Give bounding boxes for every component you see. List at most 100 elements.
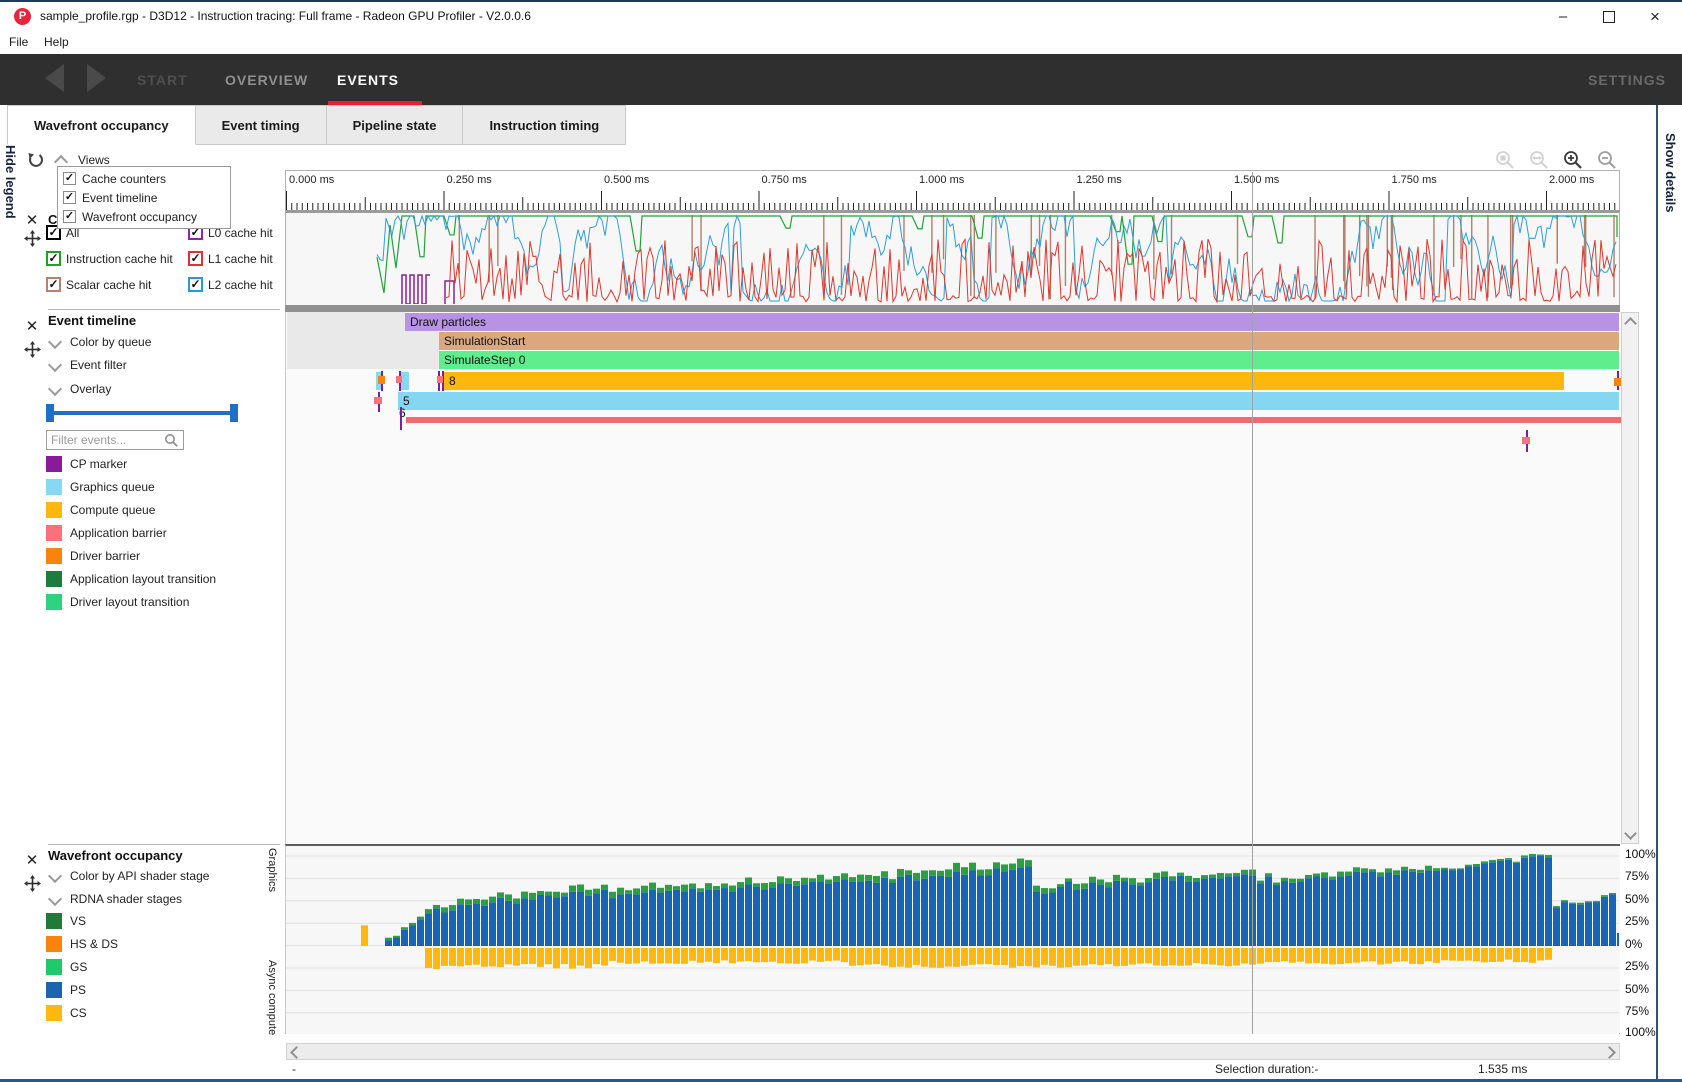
cache-counter-label: L2 cache hit — [208, 278, 273, 292]
close-button[interactable]: × — [1638, 6, 1672, 28]
colored-checkbox[interactable]: ✓ — [188, 277, 203, 292]
slider-handle-right[interactable] — [230, 404, 238, 422]
cache-counter-l2-cache-hit[interactable]: ✓ L2 cache hit — [188, 277, 273, 292]
wavefront-close-icon[interactable]: ✕ — [24, 851, 40, 869]
nav-events[interactable]: EVENTS — [337, 72, 399, 88]
event-timeline-scrollbar[interactable] — [1621, 312, 1639, 844]
nav-overview[interactable]: OVERVIEW — [225, 72, 308, 88]
menu-help[interactable]: Help — [44, 35, 69, 49]
zoom-to-selection-icon[interactable] — [1495, 150, 1515, 170]
views-option-label: Cache counters — [82, 172, 166, 186]
slider-handle-left[interactable] — [46, 404, 54, 422]
event-bar-3[interactable]: 8 — [444, 372, 1564, 390]
horizontal-scrollbar[interactable] — [286, 1043, 1620, 1060]
colored-checkbox[interactable]: ✓ — [188, 251, 203, 266]
nav-settings[interactable]: SETTINGS — [1588, 72, 1666, 88]
legend-label: Graphics queue — [70, 480, 155, 494]
scroll-down-icon[interactable] — [1624, 827, 1637, 840]
collapsible-label: Color by queue — [70, 335, 151, 349]
rgp-window: { "window":{"title":"sample_profile.rgp … — [0, 0, 1682, 1080]
cache-counter-scalar-cache-hit[interactable]: ✓Scalar cache hit — [46, 277, 151, 292]
collapsible-label: Color by API shader stage — [70, 869, 209, 883]
tab-pipeline-state[interactable]: Pipeline state — [327, 105, 464, 145]
views-option-event-timeline[interactable]: ✓Event timeline — [58, 188, 230, 207]
occupancy-axis-label: 75% — [1625, 1004, 1649, 1018]
status-bar: - Selection duration:- 1.535 ms — [0, 1060, 1682, 1079]
scroll-left-icon[interactable] — [290, 1046, 303, 1059]
wavefront-move-icon[interactable] — [24, 875, 41, 892]
event-timeline-panel[interactable]: Draw particlesSimulationStartSimulateSte… — [285, 312, 1620, 844]
barrier-marker[interactable] — [396, 376, 402, 383]
event-bar-0[interactable]: Draw particles — [405, 313, 1619, 331]
cache-counter-instruction-cache-hit[interactable]: ✓Instruction cache hit — [46, 251, 173, 266]
legend-label: GS — [70, 960, 87, 974]
barrier-marker[interactable] — [374, 397, 382, 404]
event-bar-5[interactable] — [406, 417, 1621, 423]
status-left: - — [292, 1062, 296, 1076]
legend-item-gs: GS — [46, 959, 282, 975]
check-icon: ✓ — [64, 192, 75, 203]
views-popup: ✓ Cache counters ✓Event timeline✓Wavefront… — [57, 166, 231, 229]
collapsible-rdna-shader-stages[interactable]: RDNA shader stages — [50, 892, 290, 906]
cache-counters-chart[interactable] — [285, 210, 1620, 305]
back-arrow-icon[interactable] — [45, 64, 64, 92]
legend-swatch — [46, 1005, 62, 1021]
scroll-right-icon[interactable] — [1603, 1046, 1616, 1059]
occupancy-chart[interactable] — [285, 844, 1620, 1034]
event-bar-2[interactable]: SimulateStep 0 — [439, 351, 1619, 369]
event-timeline-heading: Event timeline — [48, 313, 136, 328]
collapsible-overlay[interactable]: Overlay — [50, 382, 290, 396]
collapsible-color-by-queue[interactable]: Color by queue — [50, 335, 290, 349]
timeline-range-slider[interactable] — [46, 403, 238, 423]
views-option-wavefront-occupancy[interactable]: ✓Wavefront occupancy — [58, 207, 230, 226]
graphics-axis-label: Graphics — [266, 848, 278, 892]
zoom-in-icon[interactable] — [1563, 150, 1583, 170]
legend-label: Driver barrier — [70, 549, 140, 563]
event-bar-1[interactable]: SimulationStart — [439, 332, 1619, 350]
event-timeline-close-icon[interactable]: ✕ — [24, 317, 40, 335]
colored-checkbox[interactable]: ✓ — [46, 277, 61, 292]
selection-marker-line — [1252, 172, 1253, 1034]
checkbox[interactable]: ✓ — [63, 191, 76, 204]
checkbox[interactable]: ✓ — [63, 210, 76, 223]
event-timeline-move-icon[interactable] — [24, 341, 41, 358]
menu-file[interactable]: File — [9, 35, 28, 49]
maximize-button[interactable] — [1592, 6, 1626, 28]
cache-counter-l1-cache-hit[interactable]: ✓L1 cache hit — [188, 251, 273, 266]
legend-swatch — [46, 479, 62, 495]
checkbox[interactable]: ✓ — [63, 172, 76, 185]
collapsible-color-by-api-shader-stage[interactable]: Color by API shader stage — [50, 869, 290, 883]
check-icon: ✓ — [48, 279, 59, 290]
legend-item-cp-marker: CP marker — [46, 456, 282, 472]
minimize-button[interactable]: – — [1546, 6, 1580, 28]
tab-instruction-timing[interactable]: Instruction timing — [463, 105, 626, 145]
hide-legend-rail[interactable]: Hide legend — [0, 145, 24, 1082]
barrier-marker[interactable] — [437, 376, 443, 383]
legend-item-cs: CS — [46, 1005, 282, 1021]
collapsible-event-filter[interactable]: Event filter — [50, 358, 290, 372]
async-compute-axis-label: Async compute — [266, 960, 278, 1035]
views-option-cache-counters[interactable]: ✓ Cache counters — [58, 169, 230, 188]
show-details-rail[interactable]: Show details — [1656, 105, 1682, 1082]
colored-checkbox[interactable]: ✓ — [46, 251, 61, 266]
occupancy-axis-label: 50% — [1625, 892, 1649, 906]
undo-icon[interactable] — [26, 151, 44, 169]
forward-arrow-icon[interactable] — [87, 64, 106, 92]
legend-swatch — [46, 936, 62, 952]
views-label[interactable]: Views — [78, 153, 110, 167]
divider — [48, 844, 280, 845]
time-ruler[interactable]: 0.000 ms0.250 ms0.500 ms0.750 ms1.000 ms… — [285, 170, 1620, 210]
tab-event-timing[interactable]: Event timing — [196, 105, 327, 145]
cp-marker-line[interactable] — [400, 407, 402, 430]
scroll-up-icon[interactable] — [1624, 317, 1637, 330]
barrier-marker[interactable] — [378, 376, 385, 384]
zoom-reset-icon[interactable] — [1529, 150, 1549, 170]
nav-start[interactable]: START — [137, 72, 188, 88]
horizontal-splitter[interactable] — [285, 305, 1620, 312]
barrier-marker[interactable] — [1614, 378, 1621, 386]
event-bar-4[interactable]: 5 — [398, 392, 1619, 410]
barrier-marker[interactable] — [1522, 437, 1530, 444]
occupancy-plot — [286, 846, 1619, 1034]
tab-wavefront-occupancy[interactable]: Wavefront occupancy — [7, 105, 196, 145]
zoom-out-icon[interactable] — [1597, 150, 1617, 170]
